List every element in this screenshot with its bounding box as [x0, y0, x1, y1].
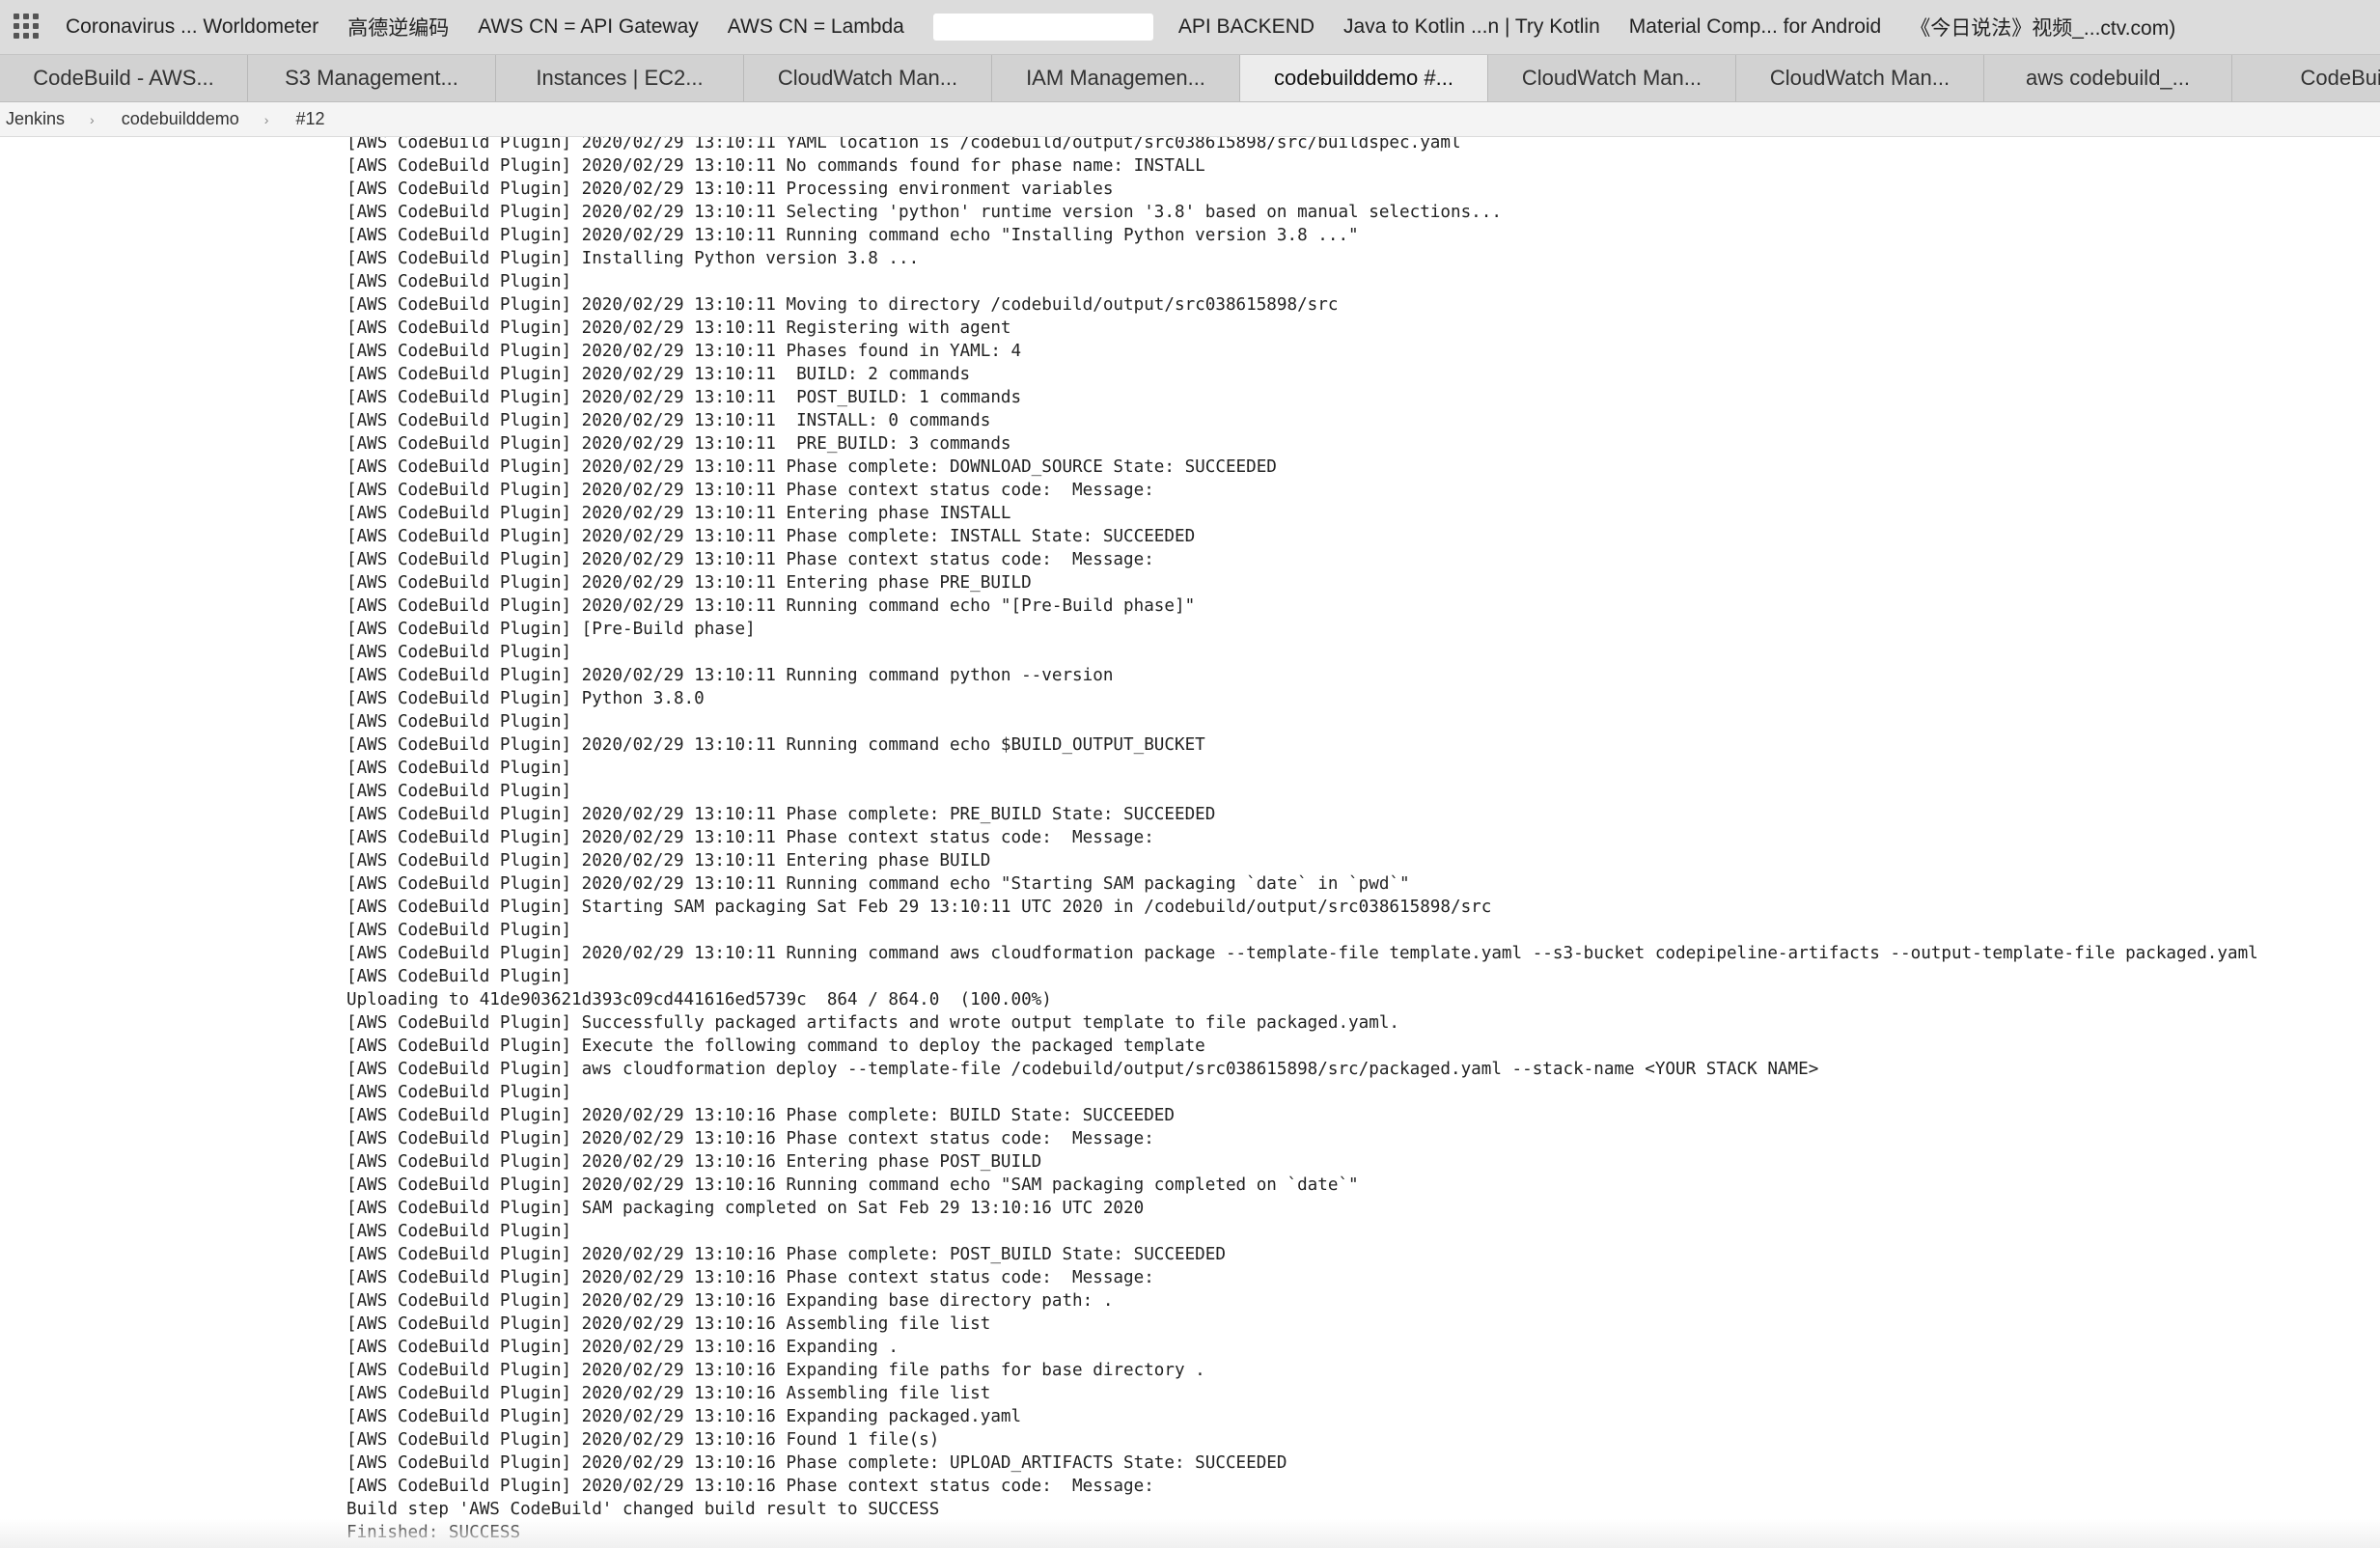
console-line: [AWS CodeBuild Plugin] 2020/02/29 13:10:… [346, 180, 1114, 199]
console-line: [AWS CodeBuild Plugin] 2020/02/29 13:10:… [346, 226, 1359, 245]
console-line: [AWS CodeBuild Plugin] 2020/02/29 13:10:… [346, 1361, 1205, 1380]
bookmark-blank[interactable] [932, 14, 1153, 41]
tab-cloudwatch-1[interactable]: CloudWatch Man... [744, 55, 992, 101]
console-line: [AWS CodeBuild Plugin] 2020/02/29 13:10:… [346, 365, 971, 384]
tab-codebuild[interactable]: CodeBuild - [2232, 55, 2380, 101]
console-line: [AWS CodeBuild Plugin] aws cloudformatio… [346, 1060, 1819, 1079]
console-line: [AWS CodeBuild Plugin] 2020/02/29 13:10:… [346, 1477, 1154, 1496]
tab-ec2-instances[interactable]: Instances | EC2... [496, 55, 744, 101]
console-line: [AWS CodeBuild Plugin] Python 3.8.0 [346, 689, 705, 708]
console-line: [AWS CodeBuild Plugin] [346, 967, 572, 986]
console-line: [AWS CodeBuild Plugin] [346, 759, 572, 778]
breadcrumb-separator-icon: › [263, 111, 269, 127]
console-line: [AWS CodeBuild Plugin] 2020/02/29 13:10:… [346, 1291, 1114, 1311]
console-line: [AWS CodeBuild Plugin] 2020/02/29 13:10:… [346, 1175, 1359, 1195]
console-output: [AWS CodeBuild Plugin] 2020/02/29 13:10:… [346, 137, 2258, 1544]
tab-strip: CodeBuild - AWS... S3 Management... Inst… [0, 54, 2380, 102]
console-line: [AWS CodeBuild Plugin] 2020/02/29 13:10:… [346, 1430, 940, 1450]
bookmark-amap-geocode[interactable]: 高德逆编码 [347, 13, 449, 41]
console-line: Build step 'AWS CodeBuild' changed build… [346, 1500, 940, 1519]
console-line: [AWS CodeBuild Plugin] 2020/02/29 13:10:… [346, 596, 1196, 616]
console-line: [AWS CodeBuild Plugin] 2020/02/29 13:10:… [346, 851, 991, 871]
console-line: [AWS CodeBuild Plugin] [346, 643, 572, 662]
console-line: [AWS CodeBuild Plugin] 2020/02/29 13:10:… [346, 573, 1032, 593]
breadcrumb-jenkins[interactable]: Jenkins [0, 109, 80, 129]
console-line: [AWS CodeBuild Plugin] [346, 782, 572, 801]
console-line: [AWS CodeBuild Plugin] 2020/02/29 13:10:… [346, 318, 1011, 338]
console-line: [AWS CodeBuild Plugin] [346, 712, 572, 732]
console-output-area[interactable]: [AWS CodeBuild Plugin] 2020/02/29 13:10:… [0, 137, 2380, 1548]
console-line: [AWS CodeBuild Plugin] 2020/02/29 13:10:… [346, 1152, 1042, 1172]
tab-iam-management[interactable]: IAM Managemen... [992, 55, 1240, 101]
bookmarks-bar: Coronavirus ... Worldometer 高德逆编码 AWS CN… [0, 0, 2380, 54]
tab-aws-codebuild-search[interactable]: aws codebuild_... [1984, 55, 2232, 101]
breadcrumb-separator-icon: › [90, 111, 95, 127]
console-line: [AWS CodeBuild Plugin] 2020/02/29 13:10:… [346, 411, 991, 430]
console-line: [AWS CodeBuild Plugin] 2020/02/29 13:10:… [346, 944, 2258, 963]
console-line: [AWS CodeBuild Plugin] 2020/02/29 13:10:… [346, 805, 1216, 824]
console-line: [AWS CodeBuild Plugin] 2020/02/29 13:10:… [346, 1106, 1175, 1125]
console-line: [AWS CodeBuild Plugin] 2020/02/29 13:10:… [346, 735, 1205, 755]
console-line: [AWS CodeBuild Plugin] Starting SAM pack… [346, 898, 1492, 917]
console-line: [AWS CodeBuild Plugin] 2020/02/29 13:10:… [346, 156, 1205, 176]
console-line: [AWS CodeBuild Plugin] 2020/02/29 13:10:… [346, 1268, 1154, 1287]
console-line: [AWS CodeBuild Plugin] 2020/02/29 13:10:… [346, 137, 1461, 152]
console-line: [AWS CodeBuild Plugin] Execute the follo… [346, 1037, 1205, 1056]
console-line: [AWS CodeBuild Plugin] [Pre-Build phase] [346, 620, 756, 639]
bottom-fade [0, 1519, 2380, 1548]
console-line: [AWS CodeBuild Plugin] 2020/02/29 13:10:… [346, 342, 1022, 361]
console-line: [AWS CodeBuild Plugin] 2020/02/29 13:10:… [346, 388, 1022, 407]
tab-cloudwatch-2[interactable]: CloudWatch Man... [1488, 55, 1736, 101]
breadcrumb: Jenkins › codebuilddemo › #12 [0, 102, 2380, 137]
console-line: [AWS CodeBuild Plugin] 2020/02/29 13:10:… [346, 874, 1410, 894]
console-line: [AWS CodeBuild Plugin] 2020/02/29 13:10:… [346, 434, 1011, 454]
console-line: [AWS CodeBuild Plugin] Successfully pack… [346, 1013, 1400, 1033]
console-line: [AWS CodeBuild Plugin] SAM packaging com… [346, 1199, 1145, 1218]
console-line: [AWS CodeBuild Plugin] 2020/02/29 13:10:… [346, 1453, 1287, 1473]
bookmark-api-backend[interactable]: API BACKEND [1178, 15, 1315, 39]
console-line: [AWS CodeBuild Plugin] [346, 1083, 572, 1102]
bookmark-cctv[interactable]: 《今日说法》视频_...ctv.com) [1910, 13, 2175, 41]
console-line: [AWS CodeBuild Plugin] 2020/02/29 13:10:… [346, 1129, 1154, 1148]
bookmark-worldometer[interactable]: Coronavirus ... Worldometer [66, 15, 318, 39]
tab-s3-management[interactable]: S3 Management... [248, 55, 496, 101]
console-line: [AWS CodeBuild Plugin] 2020/02/29 13:10:… [346, 1314, 991, 1334]
console-line: [AWS CodeBuild Plugin] 2020/02/29 13:10:… [346, 1245, 1226, 1264]
console-line: [AWS CodeBuild Plugin] 2020/02/29 13:10:… [346, 550, 1154, 569]
console-line: [AWS CodeBuild Plugin] 2020/02/29 13:10:… [346, 457, 1277, 477]
console-line: [AWS CodeBuild Plugin] 2020/02/29 13:10:… [346, 1407, 1022, 1426]
console-line: [AWS CodeBuild Plugin] 2020/02/29 13:10:… [346, 295, 1339, 315]
apps-grid-icon[interactable] [14, 14, 41, 41]
tab-codebuilddemo[interactable]: codebuilddemo #... [1240, 55, 1488, 101]
console-line: [AWS CodeBuild Plugin] 2020/02/29 13:10:… [346, 1338, 899, 1357]
tab-cloudwatch-3[interactable]: CloudWatch Man... [1736, 55, 1984, 101]
bookmark-aws-lambda[interactable]: AWS CN = Lambda [728, 15, 904, 39]
console-line: Uploading to 41de903621d393c09cd441616ed… [346, 990, 1052, 1009]
console-line: [AWS CodeBuild Plugin] [346, 921, 572, 940]
console-line: [AWS CodeBuild Plugin] Installing Python… [346, 249, 920, 268]
bookmark-material-components[interactable]: Material Comp... for Android [1629, 15, 1881, 39]
console-line: [AWS CodeBuild Plugin] 2020/02/29 13:10:… [346, 203, 1502, 222]
breadcrumb-job[interactable]: codebuilddemo [116, 109, 255, 129]
bookmark-java-to-kotlin[interactable]: Java to Kotlin ...n | Try Kotlin [1343, 15, 1600, 39]
console-line: [AWS CodeBuild Plugin] 2020/02/29 13:10:… [346, 828, 1154, 847]
tab-codebuild-aws[interactable]: CodeBuild - AWS... [0, 55, 248, 101]
bookmark-aws-api-gateway[interactable]: AWS CN = API Gateway [478, 15, 699, 39]
console-line: [AWS CodeBuild Plugin] 2020/02/29 13:10:… [346, 481, 1154, 500]
console-line: [AWS CodeBuild Plugin] 2020/02/29 13:10:… [346, 504, 1011, 523]
breadcrumb-build[interactable]: #12 [290, 109, 340, 129]
console-line: [AWS CodeBuild Plugin] 2020/02/29 13:10:… [346, 666, 1114, 685]
console-line: [AWS CodeBuild Plugin] [346, 272, 572, 291]
console-line: [AWS CodeBuild Plugin] [346, 1222, 572, 1241]
console-line: [AWS CodeBuild Plugin] 2020/02/29 13:10:… [346, 527, 1196, 546]
console-line: [AWS CodeBuild Plugin] 2020/02/29 13:10:… [346, 1384, 991, 1403]
